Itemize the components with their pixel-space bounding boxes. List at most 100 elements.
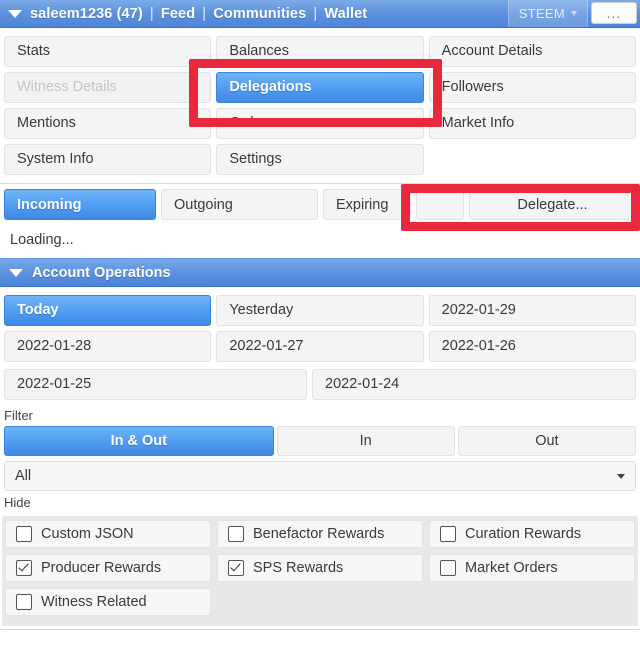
filter-segment-in-and-out[interactable]: In & Out	[4, 426, 274, 456]
delegation-tabs-row: Incoming Outgoing Expiring Delegate...	[0, 184, 640, 224]
date-cell: 2022-01-28	[4, 328, 212, 364]
section-navigation-grid: Stats Balances Account Details Witness D…	[0, 28, 640, 181]
date-button-2022-01-25[interactable]: 2022-01-25	[4, 368, 308, 400]
checkbox-icon[interactable]	[440, 526, 456, 542]
date-button-2022-01-28[interactable]: 2022-01-28	[4, 330, 212, 362]
date-cell: 2022-01-25	[4, 366, 308, 402]
unlabeled-button[interactable]	[416, 189, 464, 220]
checkbox-item-market-orders[interactable]: Market Orders	[429, 554, 635, 582]
nav-link-wallet[interactable]: Wallet	[324, 6, 367, 22]
currency-selector[interactable]: STEEM	[507, 0, 588, 27]
nav-button-witness-details: Witness Details	[4, 71, 212, 103]
filter-select-row: All	[0, 456, 640, 491]
nav-separator-2: |	[202, 5, 207, 22]
nav-separator-3: |	[313, 5, 318, 22]
checkbox-label: SPS Rewards	[253, 560, 344, 576]
nav-cell-empty	[429, 141, 636, 177]
checkbox-label: Witness Related	[41, 594, 147, 610]
more-options-button[interactable]: ...	[591, 2, 637, 24]
checkbox-label: Market Orders	[465, 560, 558, 576]
nav-button-mentions[interactable]: Mentions	[4, 107, 212, 139]
checkbox-label: Curation Rewards	[465, 526, 582, 542]
filter-segment-in[interactable]: In	[276, 426, 455, 456]
chevron-down-icon	[571, 11, 577, 16]
nav-button-settings[interactable]: Settings	[216, 143, 424, 175]
date-cell: Yesterday	[216, 292, 424, 328]
filter-label: Filter	[4, 408, 33, 423]
checkbox-icon-checked[interactable]	[16, 560, 32, 576]
date-button-2022-01-29[interactable]: 2022-01-29	[428, 294, 636, 326]
nav-button-delegations[interactable]: Delegations	[216, 71, 424, 103]
nav-cell: Mentions	[4, 105, 212, 141]
nav-cell: Orders	[216, 105, 424, 141]
collapse-triangle-icon[interactable]	[9, 268, 23, 277]
footer-divider	[0, 629, 640, 630]
checkbox-item-curation-rewards[interactable]: Curation Rewards	[429, 520, 635, 548]
nav-cell: Delegations	[216, 69, 424, 105]
top-navigation-bar: saleem1236 (47) | Feed | Communities | W…	[0, 0, 640, 28]
date-selector-grid-row3: 2022-01-25 2022-01-24	[0, 366, 640, 404]
account-menu-caret-icon[interactable]	[8, 9, 22, 18]
nav-cell: Followers	[428, 69, 636, 105]
hide-options-panel: Custom JSON Benefactor Rewards Curation …	[2, 516, 638, 626]
nav-cell: Market Info	[428, 105, 636, 141]
checkbox-item-producer-rewards[interactable]: Producer Rewards	[5, 554, 211, 582]
delegate-button[interactable]: Delegate...	[469, 189, 636, 220]
checkbox-icon[interactable]	[16, 594, 32, 610]
caret-down-icon	[617, 473, 625, 479]
checkbox-label: Producer Rewards	[41, 560, 162, 576]
checkbox-item-custom-json[interactable]: Custom JSON	[5, 520, 211, 548]
top-bar-right-group: STEEM ...	[507, 0, 640, 27]
checkbox-icon[interactable]	[16, 526, 32, 542]
date-cell: 2022-01-29	[428, 292, 636, 328]
date-cell: 2022-01-24	[312, 366, 636, 402]
delegations-loading-status: Loading...	[10, 232, 74, 248]
nav-cell: Witness Details	[4, 69, 212, 105]
operation-type-select[interactable]: All	[4, 461, 636, 491]
checkbox-label: Benefactor Rewards	[253, 526, 385, 542]
filter-segment-out[interactable]: Out	[457, 426, 636, 456]
date-button-2022-01-26[interactable]: 2022-01-26	[428, 330, 636, 362]
checkbox-label: Custom JSON	[41, 526, 134, 542]
nav-button-market-info[interactable]: Market Info	[428, 107, 636, 139]
date-button-today[interactable]: Today	[4, 294, 212, 326]
tab-expiring[interactable]: Expiring	[323, 189, 411, 220]
checkbox-item-witness-related[interactable]: Witness Related	[5, 588, 211, 616]
filter-direction-segments: In & Out In Out	[0, 426, 640, 456]
account-operations-title: Account Operations	[32, 264, 171, 281]
checkbox-item-sps-rewards[interactable]: SPS Rewards	[217, 554, 423, 582]
checkbox-item-benefactor-rewards[interactable]: Benefactor Rewards	[217, 520, 423, 548]
checkbox-icon-checked[interactable]	[228, 560, 244, 576]
nav-cell: Balances	[216, 33, 424, 69]
date-cell: 2022-01-27	[216, 328, 424, 364]
nav-cell: Account Details	[428, 33, 636, 69]
tab-incoming[interactable]: Incoming	[4, 189, 156, 220]
nav-link-communities[interactable]: Communities	[213, 6, 306, 22]
nav-cell: System Info	[4, 141, 212, 177]
top-nav-links: saleem1236 (47) | Feed | Communities | W…	[30, 6, 367, 22]
date-selector-grid: Today Yesterday 2022-01-29 2022-01-28 20…	[0, 287, 640, 366]
nav-button-orders[interactable]: Orders	[216, 107, 424, 139]
account-operations-header[interactable]: Account Operations	[0, 258, 640, 287]
nav-button-account-details[interactable]: Account Details	[428, 35, 636, 67]
date-button-yesterday[interactable]: Yesterday	[216, 294, 424, 326]
nav-link-feed[interactable]: Feed	[161, 6, 195, 22]
nav-separator-1: |	[149, 5, 154, 22]
nav-button-stats[interactable]: Stats	[4, 35, 212, 67]
nav-button-followers[interactable]: Followers	[428, 71, 636, 103]
date-cell: 2022-01-26	[428, 328, 636, 364]
currency-label: STEEM	[518, 6, 565, 21]
tab-outgoing[interactable]: Outgoing	[161, 189, 318, 220]
nav-button-system-info[interactable]: System Info	[4, 143, 212, 175]
hide-checkbox-grid: Custom JSON Benefactor Rewards Curation …	[5, 520, 635, 620]
hide-label: Hide	[4, 495, 31, 510]
nav-button-balances[interactable]: Balances	[216, 35, 424, 67]
checkbox-icon[interactable]	[440, 560, 456, 576]
checkbox-icon[interactable]	[228, 526, 244, 542]
account-name-link[interactable]: saleem1236 (47)	[30, 6, 143, 22]
operation-type-select-value: All	[15, 468, 32, 484]
date-cell: Today	[4, 292, 212, 328]
date-button-2022-01-24[interactable]: 2022-01-24	[312, 368, 636, 400]
nav-cell: Stats	[4, 33, 212, 69]
date-button-2022-01-27[interactable]: 2022-01-27	[216, 330, 424, 362]
